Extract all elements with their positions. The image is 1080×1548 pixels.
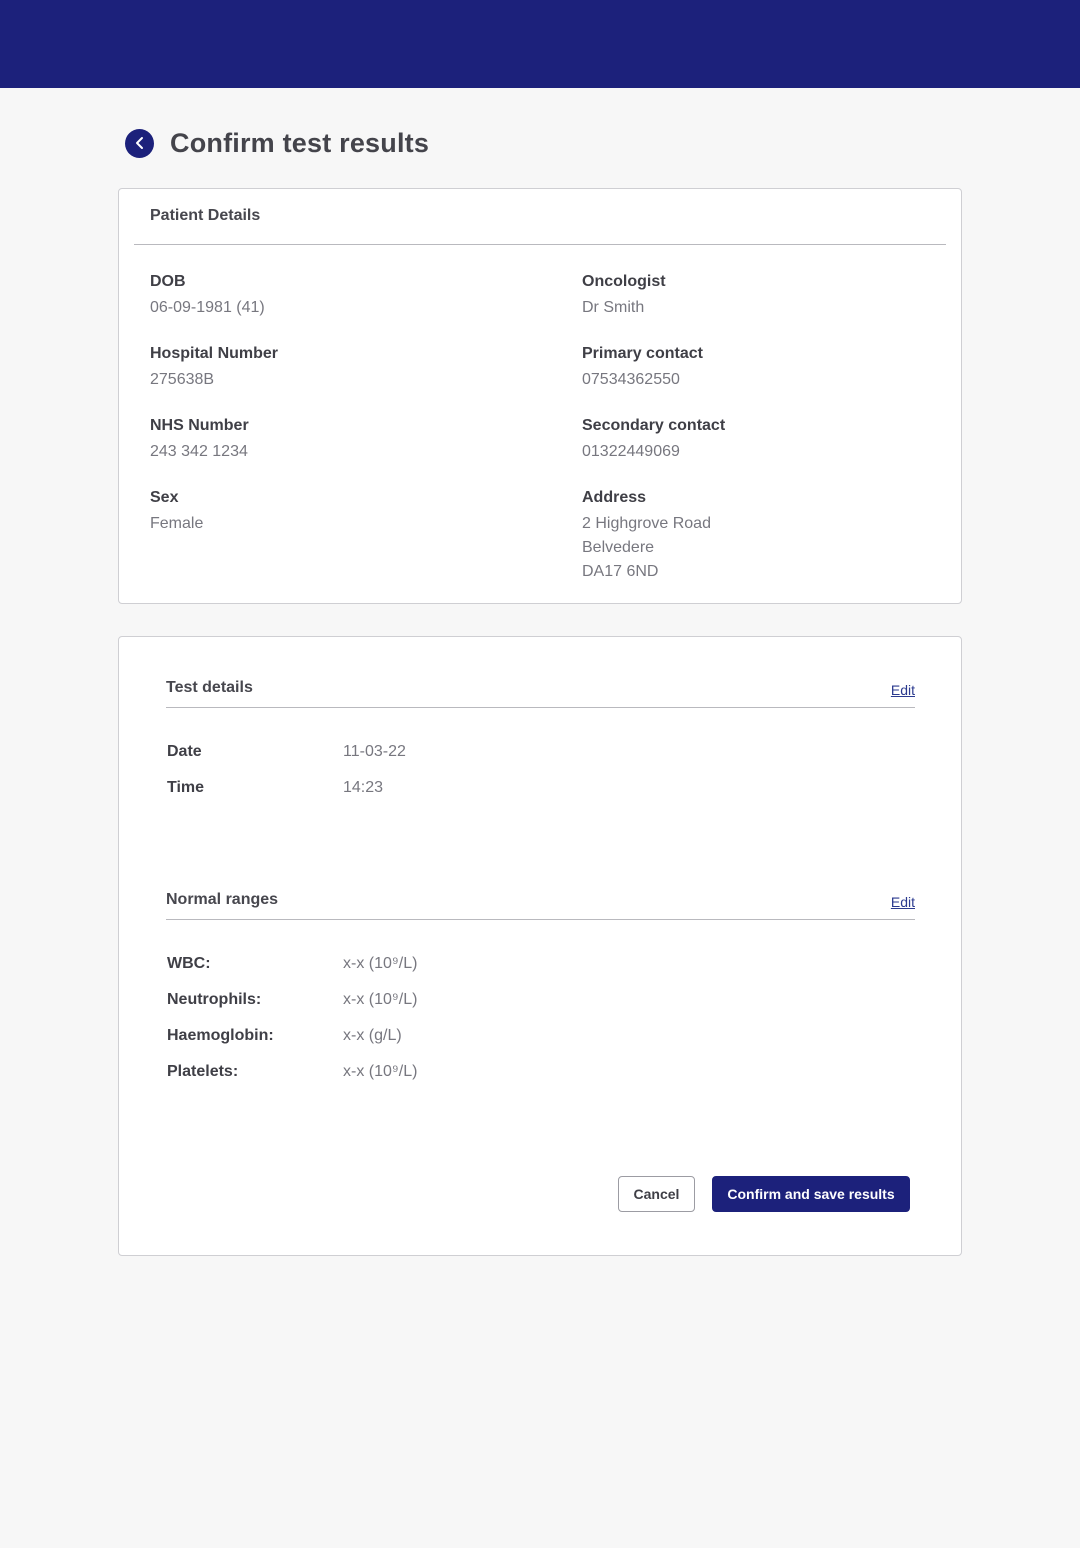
hospital-number-field: Hospital Number 275638B — [150, 344, 278, 392]
test-results-card: Test details Edit Date 11-03-22 Time 14:… — [118, 636, 962, 1256]
range-label: WBC: — [167, 955, 211, 972]
chevron-left-icon — [135, 137, 143, 149]
oncologist-value: Dr Smith — [582, 299, 645, 316]
address-field: Address 2 Highgrove Road Belvedere DA17 … — [582, 488, 711, 584]
test-time-row: Time 14:23 — [167, 779, 767, 801]
secondary-contact-value: 01322449069 — [582, 443, 680, 460]
patient-details-card: Patient Details DOB 06-09-1981 (41) Hosp… — [118, 188, 962, 604]
test-time-label: Time — [167, 779, 205, 796]
secondary-contact-field: Secondary contact 01322449069 — [582, 416, 725, 464]
address-label: Address — [582, 489, 647, 506]
test-date-label: Date — [167, 743, 202, 760]
patient-details-heading: Patient Details — [150, 207, 261, 224]
range-row-haemoglobin: Haemoglobin: x-x (g/L) — [167, 1027, 767, 1049]
confirm-save-button[interactable]: Confirm and save results — [712, 1176, 910, 1212]
divider — [134, 244, 946, 245]
primary-contact-field: Primary contact 07534362550 — [582, 344, 703, 392]
page-header: Confirm test results — [125, 126, 429, 160]
normal-ranges-header: Normal ranges Edit — [166, 891, 915, 915]
range-value: x-x (g/L) — [343, 1027, 402, 1044]
hospital-number-value: 275638B — [150, 371, 215, 388]
range-label: Platelets: — [167, 1063, 239, 1080]
range-label: Neutrophils: — [167, 991, 262, 1008]
test-date-value: 11-03-22 — [343, 743, 406, 760]
dob-value: 06-09-1981 (41) — [150, 299, 265, 316]
sex-label: Sex — [150, 489, 179, 506]
address-line-1: 2 Highgrove Road — [582, 515, 711, 532]
dob-field: DOB 06-09-1981 (41) — [150, 272, 265, 320]
edit-normal-ranges-link[interactable]: Edit — [891, 894, 915, 910]
nhs-number-field: NHS Number 243 342 1234 — [150, 416, 249, 464]
test-time-value: 14:23 — [343, 779, 384, 796]
sex-field: Sex Female — [150, 488, 203, 536]
normal-ranges-heading: Normal ranges — [166, 891, 279, 908]
address-line-2: Belvedere — [582, 539, 655, 556]
top-app-bar — [0, 0, 1080, 88]
edit-test-details-link[interactable]: Edit — [891, 682, 915, 698]
hospital-number-label: Hospital Number — [150, 345, 279, 362]
nhs-number-label: NHS Number — [150, 417, 249, 434]
sex-value: Female — [150, 515, 204, 532]
test-details-header: Test details Edit — [166, 679, 915, 703]
range-value: x-x (10⁹/L) — [343, 1063, 418, 1080]
page-title: Confirm test results — [170, 127, 430, 158]
primary-contact-label: Primary contact — [582, 345, 703, 362]
back-button[interactable] — [125, 128, 154, 158]
nhs-number-value: 243 342 1234 — [150, 443, 248, 460]
range-row-wbc: WBC: x-x (10⁹/L) — [167, 955, 767, 977]
dob-label: DOB — [150, 273, 186, 290]
address-line-3: DA17 6ND — [582, 563, 659, 580]
range-value: x-x (10⁹/L) — [343, 991, 418, 1008]
range-row-platelets: Platelets: x-x (10⁹/L) — [167, 1063, 767, 1085]
cancel-button[interactable]: Cancel — [618, 1176, 695, 1212]
range-value: x-x (10⁹/L) — [343, 955, 418, 972]
divider — [166, 919, 915, 920]
test-date-row: Date 11-03-22 — [167, 743, 767, 765]
oncologist-label: Oncologist — [582, 273, 666, 290]
divider — [166, 707, 915, 708]
test-details-heading: Test details — [166, 679, 253, 696]
oncologist-field: Oncologist Dr Smith — [582, 272, 666, 320]
primary-contact-value: 07534362550 — [582, 371, 680, 388]
range-label: Haemoglobin: — [167, 1027, 274, 1044]
secondary-contact-label: Secondary contact — [582, 417, 726, 434]
range-row-neutrophils: Neutrophils: x-x (10⁹/L) — [167, 991, 767, 1013]
